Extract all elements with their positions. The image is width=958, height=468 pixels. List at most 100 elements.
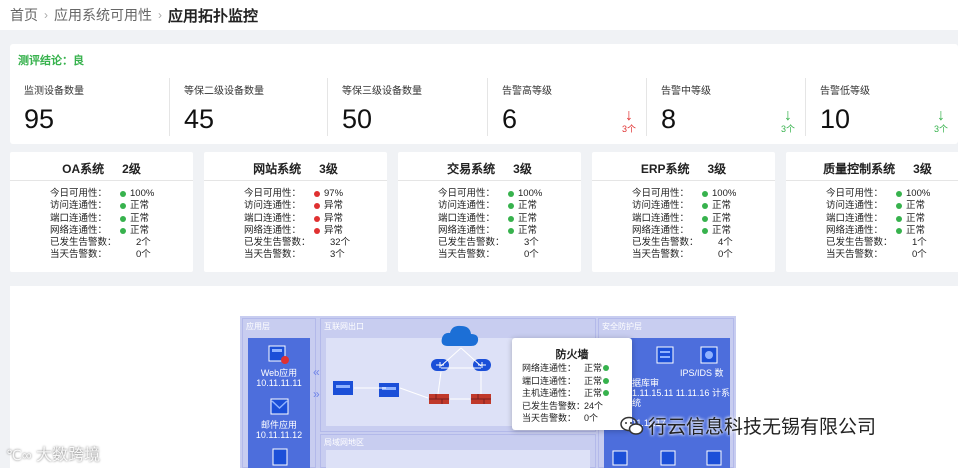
stat-value: 50: [342, 104, 373, 134]
chevron-right-icon: ›: [158, 8, 162, 22]
system-level: 3级: [513, 162, 532, 176]
metric-value: 正常: [130, 224, 150, 236]
server-icon[interactable]: [706, 450, 722, 468]
metric-row: 当天告警数： 0个: [438, 249, 542, 261]
trend-count: 3个: [780, 124, 795, 134]
metric-label: 网络连通性：: [50, 224, 108, 236]
stat-value: 6: [502, 104, 518, 134]
metric-label: 已发生告警数：: [50, 237, 117, 249]
tooltip-value: 正常: [584, 363, 603, 373]
metric-label: 当天告警数：: [438, 249, 496, 261]
tooltip-value: 24个: [584, 400, 604, 411]
system-level: 3级: [319, 162, 338, 176]
tooltip-label: 端口连通性：: [522, 375, 577, 386]
divider: [10, 180, 193, 181]
system-level: 3级: [707, 162, 727, 176]
metric-value: 3个: [524, 237, 539, 249]
system-metrics: 今日可用性： 100% 访问连通性： 正常 端口连通性： 正常 网络连通性： 正常 已发生告警数…: [632, 188, 736, 262]
status-dot-icon: [702, 215, 708, 222]
stat-label: 等保三级设备数量: [342, 86, 422, 97]
metric-value: 1个: [912, 237, 927, 249]
metric-row: 访问连通性： 异常: [244, 200, 350, 212]
metric-value: 3个: [330, 249, 345, 261]
system-card[interactable]: 质量控制系统 3级 今日可用性： 100% 访问连通性： 正常 端口连通性： 正常 网络连通性：…: [786, 152, 958, 272]
tooltip-rows: 网络连通性： 正常 端口连通性： 正常 主机连通性： 正常 已发生告警数： 24个 当天告警数：…: [522, 362, 610, 425]
trend-down: ↓ 3个: [780, 108, 795, 135]
stat-alarm-mid: 告警中等级 8 ↓ 3个: [647, 78, 806, 136]
metric-label: 网络连通性：: [244, 224, 302, 236]
metric-value: 异常: [324, 200, 344, 212]
trend-count: 3个: [621, 124, 636, 134]
system-title: 质量控制系统 3级: [786, 160, 958, 177]
ids-icon[interactable]: [656, 346, 674, 369]
system-level: 3级: [913, 162, 932, 176]
system-title: ERP系统 3级: [592, 160, 775, 177]
status-dot-icon: [314, 215, 320, 222]
metric-value: 正常: [906, 212, 926, 224]
stat-value: 8: [661, 104, 677, 134]
system-card[interactable]: 网站系统 3级 今日可用性： 97% 访问连通性： 异常 端口连通性： 异常 网络连通性： 异常已…: [204, 152, 387, 272]
metric-label: 端口连通性：: [244, 212, 302, 224]
stat-value: 95: [24, 104, 55, 134]
metric-row: 网络连通性： 正常: [438, 225, 542, 237]
status-dot-icon: [603, 377, 610, 384]
status-dot-icon: [314, 228, 320, 235]
metric-value: 32个: [330, 237, 351, 249]
system-card[interactable]: OA系统 2级 今日可用性： 100% 访问连通性： 正常 端口连通性： 正常 网络连通性： 正常…: [10, 152, 193, 272]
page-title: 应用拓扑监控: [168, 7, 259, 25]
mail-server-icon: [270, 398, 289, 415]
metric-row: 端口连通性： 正常: [438, 213, 542, 225]
stat-label: 监测设备数量: [24, 86, 84, 97]
metric-label: 端口连通性：: [826, 212, 884, 224]
metric-row: 当天告警数： 0个: [826, 249, 930, 261]
web-server-icon: [268, 345, 289, 364]
status-dot-icon: [314, 191, 320, 198]
metric-label: 端口连通性：: [632, 212, 690, 224]
system-level: 2级: [122, 162, 141, 176]
metric-row: 网络连通性： 异常: [244, 225, 350, 237]
breadcrumb: 首页 › 应用系统可用性 › 应用拓扑监控: [0, 0, 958, 30]
status-dot-icon: [702, 191, 708, 198]
breadcrumb-availability[interactable]: 应用系统可用性: [54, 5, 152, 25]
divider: [592, 180, 775, 181]
metric-label: 端口连通性：: [50, 212, 108, 224]
server-icon[interactable]: [612, 450, 628, 468]
metric-label: 今日可用性：: [50, 188, 108, 199]
metric-value: 正常: [518, 212, 538, 224]
breadcrumb-home[interactable]: 首页: [10, 5, 38, 25]
web-app-ip: 10.11.11.11: [256, 378, 302, 388]
trend-count: 3个: [933, 124, 948, 134]
tooltip-value: 正常: [584, 388, 603, 398]
arrow-down-icon: ↓: [624, 107, 633, 124]
status-dot-icon: [120, 215, 126, 222]
metric-value: 异常: [324, 212, 344, 224]
chevron-right-icon: »: [313, 387, 320, 401]
metric-row: 网络连通性： 正常: [50, 225, 154, 237]
metric-row: 今日可用性： 100%: [438, 188, 542, 200]
system-metrics: 今日可用性： 100% 访问连通性： 正常 端口连通性： 正常 网络连通性： 正常 已发生告警数…: [826, 188, 930, 262]
metric-row: 今日可用性： 100%: [632, 188, 736, 200]
metric-label: 网络连通性：: [438, 224, 496, 236]
app-node-3[interactable]: [272, 448, 288, 468]
metric-value: 正常: [712, 200, 732, 212]
metric-label: 访问连通性：: [244, 200, 302, 212]
mail-app-node[interactable]: [270, 398, 290, 421]
system-card[interactable]: ERP系统 3级 今日可用性： 100% 访问连通性： 正常 端口连通性： 正常 网络连通性：正…: [592, 152, 775, 272]
metric-label: 今日可用性：: [438, 188, 496, 199]
metric-row: 今日可用性： 100%: [826, 188, 930, 200]
metric-label: 已发生告警数：: [244, 237, 311, 249]
metric-value: 100%: [906, 188, 931, 199]
trend-down: ↓ 3个: [933, 108, 948, 135]
stat-level2: 等保二级设备数量 45: [170, 78, 328, 136]
web-app-node[interactable]: [268, 345, 290, 370]
tooltip-label: 当天告警数：: [522, 413, 577, 423]
metric-label: 网络连通性：: [826, 224, 884, 236]
metric-value: 正常: [906, 224, 926, 236]
system-card[interactable]: 交易系统 3级 今日可用性： 100% 访问连通性： 正常 端口连通性： 正常 网络连通性： 正常…: [398, 152, 581, 272]
divider: [786, 180, 958, 181]
audit-icon[interactable]: [700, 346, 718, 369]
chevron-left-icon: «: [313, 365, 320, 379]
status-dot-icon: [120, 228, 126, 235]
server-icon[interactable]: [660, 450, 676, 468]
metric-value: 100%: [130, 188, 155, 199]
